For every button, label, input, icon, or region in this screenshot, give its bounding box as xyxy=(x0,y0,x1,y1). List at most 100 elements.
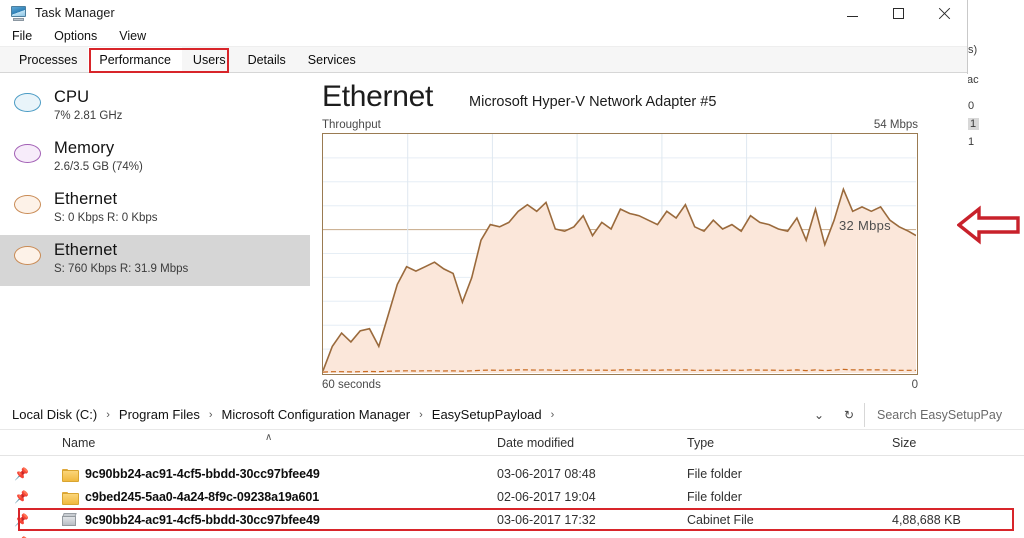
graph-panel: Ethernet Microsoft Hyper-V Network Adapt… xyxy=(310,74,968,400)
menu-options[interactable]: Options xyxy=(54,29,110,43)
sidebar-item-cpu-subtitle: 7% 2.81 GHz xyxy=(54,110,123,122)
throughput-chart-svg xyxy=(323,134,916,373)
graph-axis-labels: Throughput 54 Mbps xyxy=(322,119,918,131)
task-manager-icon xyxy=(10,5,27,21)
sidebar-item-memory-title: Memory xyxy=(54,139,115,157)
performance-body: CPU 7% 2.81 GHz Memory 2.6/3.5 GB (74%) … xyxy=(0,74,968,400)
bg-fragment-4: 1 xyxy=(968,136,975,148)
pin-icon: 📌 xyxy=(14,513,29,527)
sidebar-item-ethernet-1[interactable]: Ethernet S: 0 Kbps R: 0 Kbps xyxy=(0,184,310,235)
table-row[interactable]: 📌 c9bed245-5aa0-4a24-8f9c-09238a19a601 0… xyxy=(0,485,1024,508)
file-type: File folder xyxy=(687,466,742,481)
ethernet-graph-icon-selected xyxy=(14,246,41,265)
table-row[interactable]: 📌 9c90bb24-ac91-4cf5-bbdd-30cc97bfee49 0… xyxy=(0,508,1024,531)
bg-fragment-3: 1 xyxy=(967,118,980,130)
throughput-chart[interactable]: 32 Mbps xyxy=(322,133,918,375)
cpu-graph-icon xyxy=(14,93,41,112)
graph-footer: 60 seconds 0 xyxy=(322,379,918,391)
pin-icon: 📌 xyxy=(14,467,29,481)
cabinet-icon xyxy=(62,513,77,526)
sidebar-item-ethernet-2-subtitle: S: 760 Kbps R: 31.9 Mbps xyxy=(54,263,189,275)
window-title: Task Manager xyxy=(35,6,115,20)
graph-header: Ethernet Microsoft Hyper-V Network Adapt… xyxy=(322,74,968,114)
breadcrumb-separator-1: › xyxy=(208,408,213,421)
folder-icon xyxy=(62,468,79,482)
graph-time-label: 60 seconds xyxy=(322,379,381,391)
bg-fragment-1: ac xyxy=(967,74,979,86)
tab-strip: Processes Performance Users Details Serv… xyxy=(0,47,967,73)
window-controls xyxy=(829,0,967,26)
screenshot-root: s) ac 0 1 1 Task Manager File Options Vi… xyxy=(0,0,1024,538)
maximize-button[interactable] xyxy=(875,0,921,26)
breadcrumb-separator-2: › xyxy=(419,408,423,421)
table-row[interactable]: 📌 9c90bb24-ac91-4cf5-bbdd-30cc97bfee49 0… xyxy=(0,462,1024,485)
file-name: 9c90bb24-ac91-4cf5-bbdd-30cc97bfee49 xyxy=(85,512,320,527)
receive-area xyxy=(323,189,916,373)
graph-max-label: 54 Mbps xyxy=(873,119,918,131)
refresh-icon[interactable]: ↻ xyxy=(834,408,864,422)
pin-icon: 📌 xyxy=(14,490,29,504)
breadcrumb[interactable]: Local Disk (C:) › Program Files › Micros… xyxy=(0,407,804,422)
minimize-icon xyxy=(846,15,858,17)
sidebar-item-cpu[interactable]: CPU 7% 2.81 GHz xyxy=(0,82,310,133)
graph-zero-label: 0 xyxy=(911,379,918,391)
file-explorer: Local Disk (C:) › Program Files › Micros… xyxy=(0,400,1024,538)
tab-users[interactable]: Users xyxy=(182,47,237,72)
breadcrumb-item-0[interactable]: Local Disk (C:) xyxy=(12,407,97,422)
breadcrumb-separator-0: › xyxy=(106,408,110,421)
title-bar[interactable]: Task Manager xyxy=(0,0,967,26)
file-date: 03-06-2017 17:32 xyxy=(497,512,596,527)
folder-icon xyxy=(62,491,79,505)
minimize-button[interactable] xyxy=(829,0,875,26)
sidebar-item-ethernet-2[interactable]: Ethernet S: 760 Kbps R: 31.9 Mbps xyxy=(0,235,310,286)
task-manager-window: Task Manager File Options View Processes… xyxy=(0,0,968,400)
column-header-date[interactable]: Date modified xyxy=(497,436,687,450)
breadcrumb-item-3[interactable]: EasySetupPayload xyxy=(432,407,542,422)
file-date: 03-06-2017 08:48 xyxy=(497,466,596,481)
breadcrumb-item-2[interactable]: Microsoft Configuration Manager xyxy=(222,407,411,422)
sidebar-item-ethernet-1-title: Ethernet xyxy=(54,190,118,208)
file-date: 02-06-2017 19:04 xyxy=(497,489,596,504)
tab-processes[interactable]: Processes xyxy=(8,47,88,72)
file-size: 4,88,688 KB xyxy=(892,512,961,527)
chevron-down-icon[interactable]: ⌄ xyxy=(804,408,834,422)
graph-adapter-name: Microsoft Hyper-V Network Adapter #5 xyxy=(469,94,717,110)
column-header-name[interactable]: Name xyxy=(62,436,497,450)
red-left-arrow-annotation xyxy=(957,205,1020,245)
file-type: File folder xyxy=(687,489,742,504)
menu-bar: File Options View xyxy=(0,26,967,47)
sidebar-item-memory[interactable]: Memory 2.6/3.5 GB (74%) xyxy=(0,133,310,184)
tab-services[interactable]: Services xyxy=(297,47,367,72)
column-header-type[interactable]: Type xyxy=(687,436,892,450)
file-name: 9c90bb24-ac91-4cf5-bbdd-30cc97bfee49 xyxy=(85,466,320,481)
graph-axis-label: Throughput xyxy=(322,119,381,131)
sidebar-item-ethernet-2-title: Ethernet xyxy=(54,241,118,259)
tab-details[interactable]: Details xyxy=(237,47,297,72)
column-headers: Name Date modified Type Size ∧ xyxy=(0,430,1024,456)
bg-fragment-2: 0 xyxy=(968,100,975,112)
sidebar-item-memory-subtitle: 2.6/3.5 GB (74%) xyxy=(54,161,143,173)
column-header-size[interactable]: Size xyxy=(892,436,916,450)
address-bar[interactable]: Local Disk (C:) › Program Files › Micros… xyxy=(0,400,1024,430)
breadcrumb-item-1[interactable]: Program Files xyxy=(119,407,200,422)
maximize-icon xyxy=(892,7,904,19)
breadcrumb-separator-3: › xyxy=(550,408,555,421)
close-button[interactable] xyxy=(921,0,967,26)
background-window[interactable]: s) ac 0 1 1 xyxy=(963,0,1024,400)
bg-fragment-0: s) xyxy=(968,44,978,56)
graph-title: Ethernet xyxy=(322,80,434,113)
sidebar-item-cpu-title: CPU xyxy=(54,88,90,106)
tab-performance[interactable]: Performance xyxy=(88,47,182,72)
ethernet-graph-icon xyxy=(14,195,41,214)
menu-view[interactable]: View xyxy=(119,29,159,43)
close-icon xyxy=(938,7,951,20)
file-type: Cabinet File xyxy=(687,512,754,527)
sidebar-item-ethernet-1-subtitle: S: 0 Kbps R: 0 Kbps xyxy=(54,212,158,224)
memory-graph-icon xyxy=(14,144,41,163)
search-input[interactable]: Search EasySetupPay xyxy=(864,402,1024,427)
menu-file[interactable]: File xyxy=(12,29,45,43)
table-row-empty: 📌 xyxy=(0,531,1024,538)
performance-sidebar: CPU 7% 2.81 GHz Memory 2.6/3.5 GB (74%) … xyxy=(0,74,310,400)
file-name: c9bed245-5aa0-4a24-8f9c-09238a19a601 xyxy=(85,489,320,504)
sort-indicator-icon: ∧ xyxy=(265,432,273,443)
